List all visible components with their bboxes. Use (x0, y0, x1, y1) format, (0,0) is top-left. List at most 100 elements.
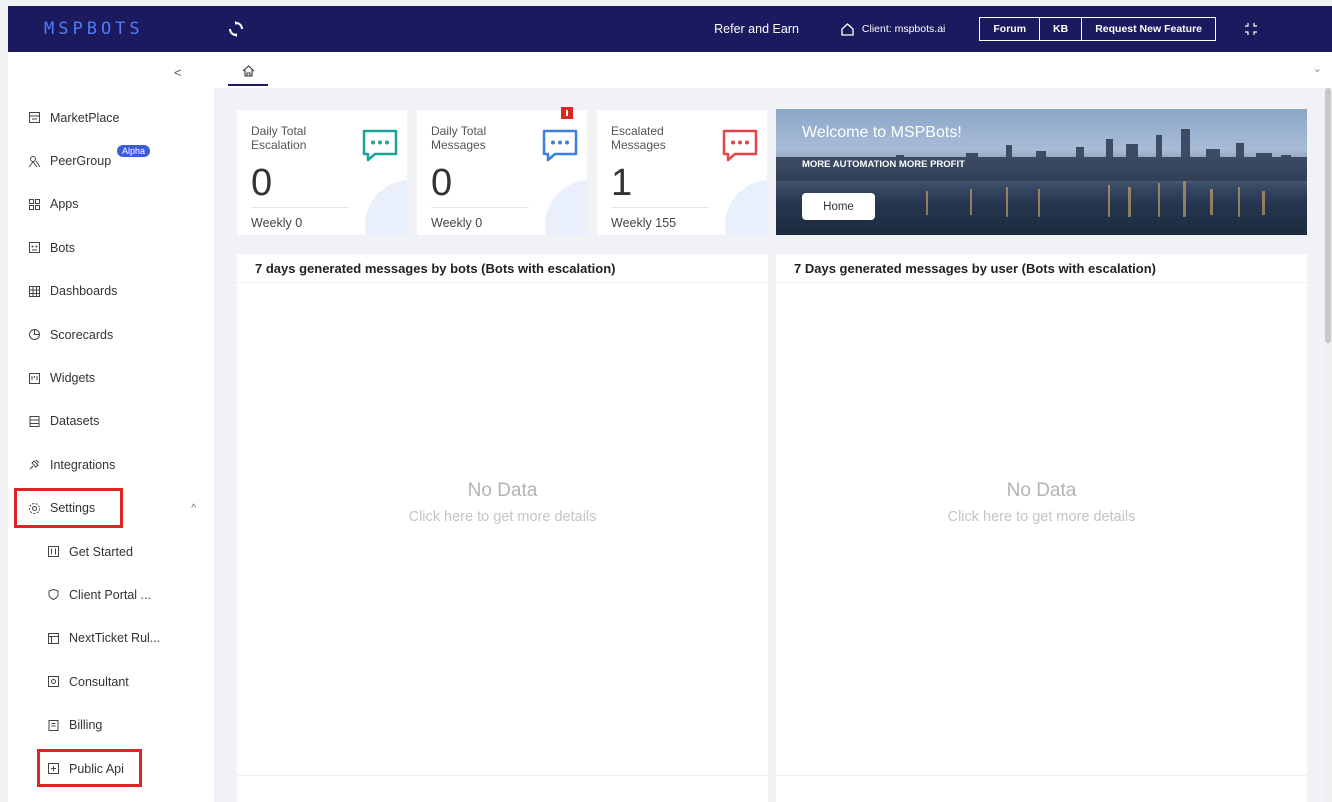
chat-bubble-icon (542, 129, 578, 162)
card-title: Daily Total Escalation (251, 124, 307, 152)
welcome-banner: Welcome to MSPBots! MORE AUTOMATION MORE… (776, 109, 1307, 235)
sidebar-item-dashboards[interactable]: Dashboards (8, 270, 214, 313)
consultant-icon (48, 676, 59, 688)
notification-badge (561, 107, 573, 119)
billing-icon (48, 719, 59, 731)
sidebar-item-label: Get Started (69, 544, 133, 559)
kb-button[interactable]: KB (1040, 18, 1083, 40)
banner-tagline: MORE AUTOMATION MORE PROFIT (802, 159, 965, 170)
store-icon (29, 112, 40, 124)
weekly-label: Weekly (251, 216, 292, 230)
banner-home-button[interactable]: Home (802, 193, 875, 220)
card-decoration (545, 180, 587, 235)
stat-card-daily-messages[interactable]: Daily Total Messages 0 Weekly 0 (417, 110, 587, 235)
weekly-label: Weekly (611, 216, 652, 230)
weekly-value: 0 (475, 216, 483, 230)
fullscreen-icon[interactable] (1244, 22, 1258, 36)
card-value: 0 (251, 162, 273, 204)
sidebar-item-label: Billing (69, 718, 103, 733)
sidebar-item-peergroup[interactable]: PeerGroup Alpha (8, 139, 214, 182)
bot-icon (29, 242, 40, 254)
card-value: 0 (431, 162, 453, 204)
card-weekly: Weekly 0 (251, 216, 302, 230)
alpha-badge: Alpha (117, 145, 151, 158)
forum-button[interactable]: Forum (980, 18, 1041, 40)
client-label: Client: mspbots.ai (861, 23, 946, 35)
sidebar-subitem-consultant[interactable]: Consultant (8, 660, 214, 703)
sidebar-item-marketplace[interactable]: MarketPlace (8, 96, 214, 139)
sidebar-item-label: Scorecards (50, 327, 114, 342)
refresh-icon[interactable] (226, 19, 246, 39)
details-link[interactable]: Click here to get more details (237, 509, 768, 525)
scrollbar-thumb[interactable] (1325, 88, 1331, 343)
sidebar-item-label: Consultant (69, 674, 129, 689)
sidebar-subitem-nextticket-rules[interactable]: NextTicket Rul... (8, 617, 214, 660)
sidebar-item-label: MarketPlace (50, 110, 120, 125)
sidebar-menu: MarketPlace PeerGroup Alpha Apps Bots Da… (8, 96, 214, 790)
sidebar-item-label: Widgets (50, 371, 96, 386)
chart-panel-bots: 7 days generated messages by bots (Bots … (237, 254, 768, 802)
tab-home[interactable] (228, 58, 268, 86)
no-data-text: No Data (1006, 480, 1077, 501)
sidebar-item-label: Bots (50, 240, 76, 255)
sidebar-item-label: Datasets (50, 414, 100, 429)
request-new-feature-button[interactable]: Request New Feature (1082, 18, 1215, 40)
weekly-label: Weekly (431, 216, 472, 230)
card-decoration (725, 180, 767, 235)
sidebar-subitem-get-started[interactable]: Get Started (8, 530, 214, 573)
card-value: 1 (611, 162, 633, 204)
mspbots-logo[interactable]: MSPBOTS (8, 19, 198, 39)
dataset-icon (29, 415, 40, 427)
chevron-down-icon[interactable]: ⌄ (1313, 62, 1322, 75)
sidebar-item-label: Integrations (50, 457, 116, 472)
weekly-value: 0 (295, 216, 303, 230)
card-weekly: Weekly 155 (611, 216, 676, 230)
sidebar-item-bots[interactable]: Bots (8, 226, 214, 269)
sidebar-item-datasets[interactable]: Datasets (8, 400, 214, 443)
stat-card-escalated-messages[interactable]: Escalated Messages 1 Weekly 155 (597, 110, 767, 235)
main-scrollbar[interactable] (1324, 88, 1332, 802)
sidebar-subitem-client-portal[interactable]: Client Portal ... (8, 573, 214, 616)
refer-and-earn-link[interactable]: Refer and Earn (714, 22, 799, 36)
sidebar-item-label: Apps (50, 197, 79, 212)
card-weekly: Weekly 0 (431, 216, 482, 230)
chevron-up-icon[interactable]: ^ (191, 503, 196, 514)
panel-footer-divider (237, 775, 768, 776)
table-icon (29, 285, 40, 297)
weekly-value: 155 (655, 216, 677, 230)
details-link[interactable]: Click here to get more details (776, 509, 1307, 525)
sidebar-item-integrations[interactable]: Integrations (8, 443, 214, 486)
layout-icon (48, 632, 59, 644)
shield-icon (48, 589, 59, 601)
card-divider (431, 207, 529, 208)
panel-footer-divider (776, 775, 1307, 776)
widget-icon (29, 372, 40, 384)
collapse-sidebar-icon[interactable]: < (174, 65, 182, 80)
chat-bubble-icon (362, 129, 398, 162)
plug-icon (29, 459, 40, 470)
card-decoration (365, 180, 407, 235)
card-divider (611, 207, 709, 208)
pie-chart-icon (29, 329, 40, 341)
card-divider (251, 207, 349, 208)
sidebar: < MarketPlace PeerGroup Alpha Apps Bots … (8, 52, 214, 802)
header-button-group: Forum KB Request New Feature (979, 17, 1216, 41)
sidebar-item-label: Dashboards (50, 284, 118, 299)
chat-bubble-icon (722, 129, 758, 162)
tab-bar: ⌄ (214, 52, 1332, 88)
sidebar-item-scorecards[interactable]: Scorecards (8, 313, 214, 356)
sidebar-item-widgets[interactable]: Widgets (8, 356, 214, 399)
grid-icon (29, 198, 40, 210)
client-selector[interactable]: Client: mspbots.ai (841, 22, 946, 36)
panel-title: 7 days generated messages by bots (Bots … (237, 254, 768, 283)
sidebar-subitem-billing[interactable]: Billing (8, 703, 214, 746)
sidebar-item-apps[interactable]: Apps (8, 183, 214, 226)
stat-card-daily-escalation[interactable]: Daily Total Escalation 0 Weekly 0 (237, 110, 407, 235)
sidebar-item-label: NextTicket Rul... (69, 631, 161, 646)
panel-title: 7 Days generated messages by user (Bots … (776, 254, 1307, 283)
banner-welcome-text: Welcome to MSPBots! (802, 124, 962, 141)
no-data-text: No Data (467, 480, 538, 501)
public-api-highlight-box (37, 749, 142, 787)
sidebar-item-label: Client Portal ... (69, 587, 151, 602)
sidebar-item-label: PeerGroup (50, 154, 112, 169)
